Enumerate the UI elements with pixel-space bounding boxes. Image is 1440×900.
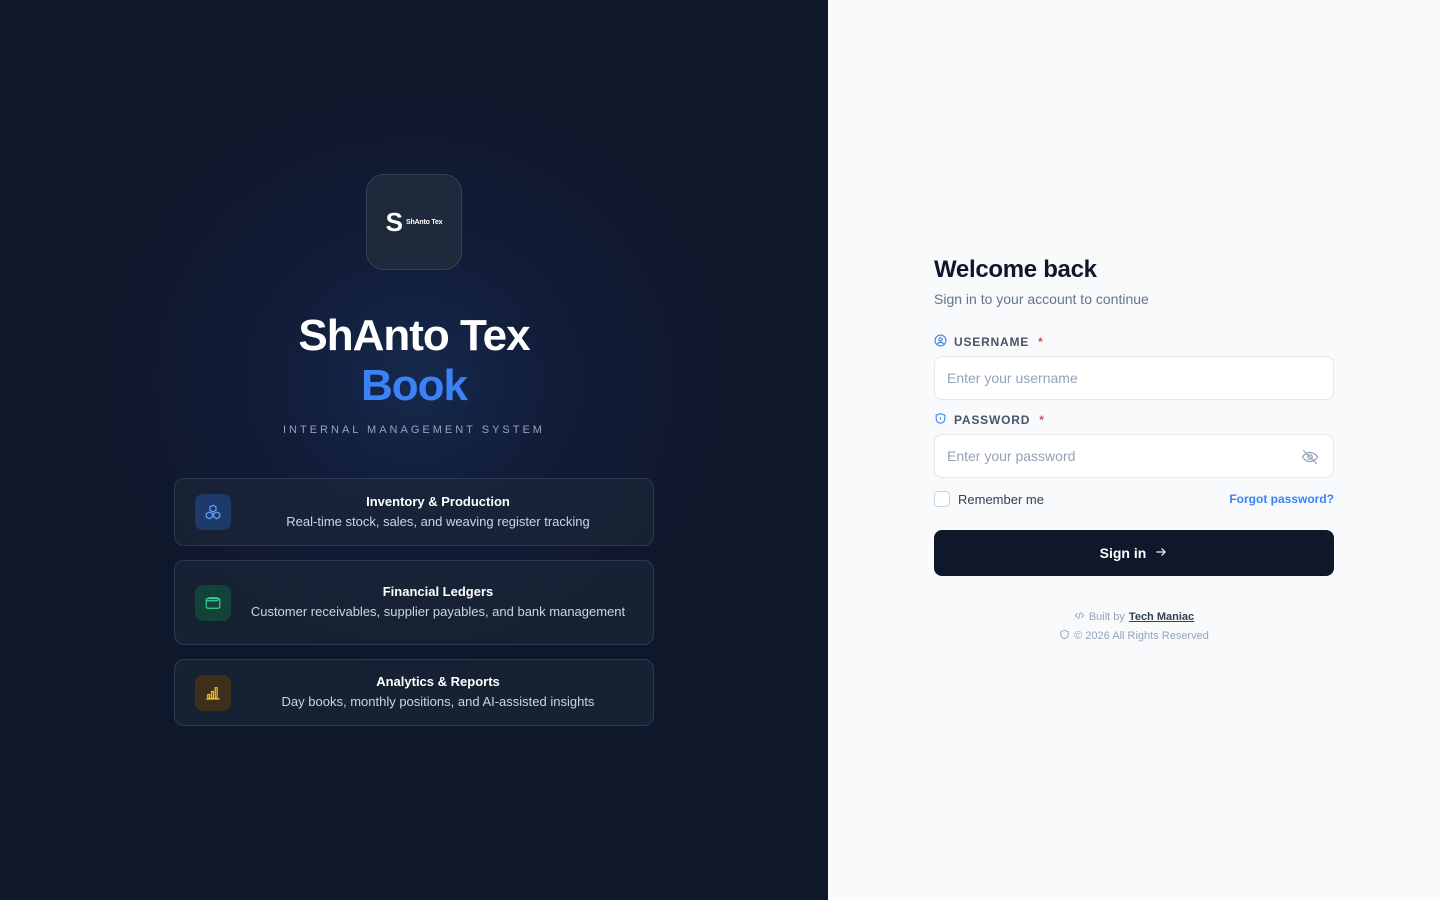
cubes-icon [195, 494, 231, 530]
tech-maniac-link[interactable]: Tech Maniac [1129, 611, 1194, 623]
shield-icon [1059, 629, 1070, 643]
password-field-wrapper [934, 434, 1334, 478]
feature-title: Inventory & Production [366, 493, 510, 509]
user-circle-icon [934, 334, 947, 350]
remember-checkbox[interactable] [934, 491, 950, 507]
built-by: Built by Tech Maniac [934, 610, 1334, 624]
username-field-wrapper [934, 356, 1334, 400]
code-icon [1074, 610, 1085, 624]
remember-label: Remember me [958, 491, 1044, 507]
built-by-prefix: Built by [1088, 611, 1125, 623]
copyright-text: © 2026 All Rights Reserved [1074, 630, 1209, 642]
username-label-text: USERNAME [954, 335, 1030, 349]
bar-chart-icon [195, 674, 231, 711]
feature-description: Real-time stock, sales, and weaving regi… [286, 513, 590, 529]
username-label: USERNAME * [934, 334, 1044, 350]
sign-in-label: Sign in [1099, 545, 1147, 561]
feature-description: Customer receivables, supplier payables,… [250, 604, 626, 619]
feature-title: Financial Ledgers [382, 584, 494, 599]
password-input[interactable] [935, 435, 1333, 477]
feature-card-analytics: Analytics & Reports Day books, monthly p… [174, 659, 654, 726]
copyright: © 2026 All Rights Reserved [934, 629, 1334, 643]
login-panel: Welcome back Sign in to your account to … [828, 0, 1440, 900]
brand-subtitle: Book [361, 361, 468, 410]
feature-card-inventory: Inventory & Production Real-time stock, … [174, 478, 654, 546]
brand-title: ShAnto Tex [298, 311, 530, 360]
logo-text: ShAnto Tex [405, 218, 443, 226]
logo: S ShAnto Tex [366, 174, 462, 270]
remember-me[interactable]: Remember me [934, 491, 1044, 507]
wallet-icon [195, 584, 231, 621]
brand-tagline: INTERNAL MANAGEMENT SYSTEM [283, 424, 545, 436]
required-marker: * [1038, 335, 1044, 349]
eye-off-icon[interactable] [1301, 448, 1319, 466]
feature-card-ledgers: Financial Ledgers Customer receivables, … [174, 560, 654, 645]
forgot-password-link[interactable]: Forgot password? [1229, 492, 1334, 506]
feature-description: Day books, monthly positions, and AI-ass… [281, 694, 595, 709]
brand-panel: S ShAnto Tex ShAnto Tex Book INTERNAL MA… [0, 0, 828, 900]
feature-title: Analytics & Reports [376, 674, 500, 689]
sign-in-button[interactable]: Sign in [934, 530, 1334, 576]
required-marker: * [1039, 413, 1045, 427]
password-label: PASSWORD * [934, 412, 1045, 428]
logo-letter: S [385, 207, 403, 237]
login-subtitle: Sign in to your account to continue [934, 291, 1149, 307]
arrow-right-icon [1154, 545, 1168, 562]
username-input[interactable] [935, 357, 1333, 399]
shield-icon [934, 412, 947, 428]
login-title: Welcome back [934, 256, 1097, 283]
password-label-text: PASSWORD [954, 413, 1031, 427]
